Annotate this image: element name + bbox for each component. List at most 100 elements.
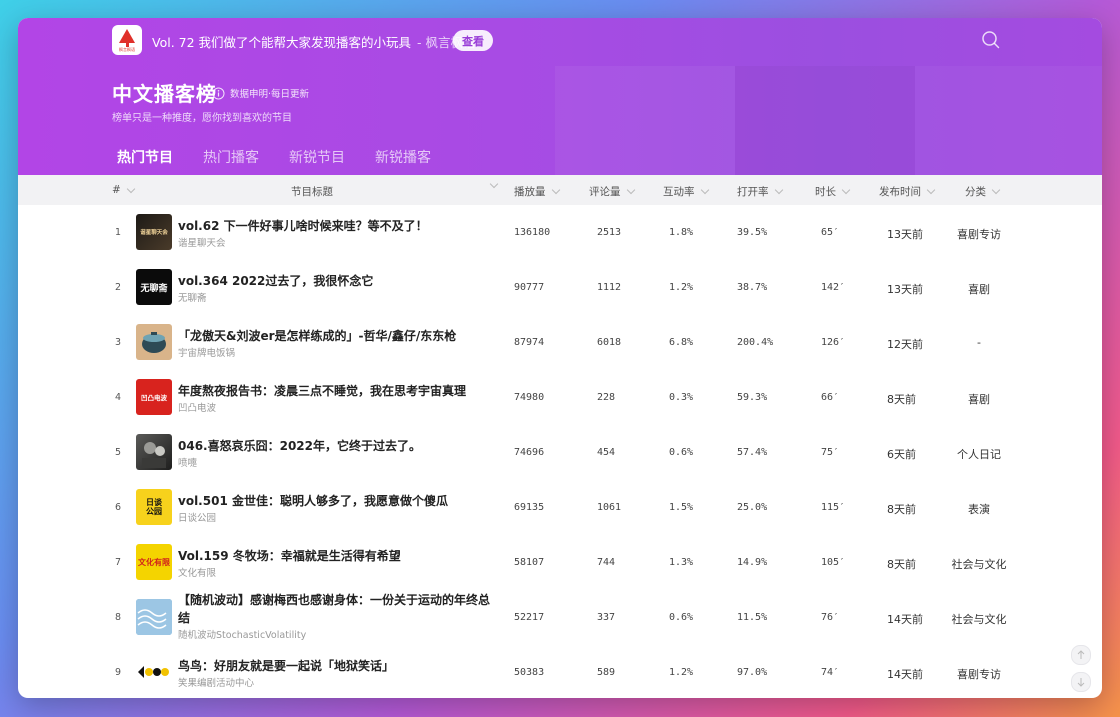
column-open-rate[interactable]: 打开率 <box>737 184 783 199</box>
header-decoration <box>555 66 735 175</box>
tab-new-podcasts[interactable]: 新锐播客 <box>375 147 431 167</box>
podcast-name[interactable]: 无聊斋 <box>178 290 207 304</box>
interaction-value: 0.3% <box>669 392 694 403</box>
info-icon[interactable] <box>212 85 225 100</box>
published-value: 8天前 <box>887 558 916 571</box>
podcast-cover[interactable]: 日谈公园 <box>136 489 172 525</box>
table-header: # 节目标题 播放量 评论量 互动率 打开率 时长 发布时间 分类 <box>18 175 1102 205</box>
wave-illustration <box>136 599 172 635</box>
column-published-label: 发布时间 <box>879 186 921 198</box>
rice-cooker-illustration <box>142 332 166 353</box>
arrow-up-icon <box>1077 650 1085 659</box>
column-rank[interactable]: # <box>112 184 136 196</box>
column-title-sort[interactable] <box>484 179 499 189</box>
table-row[interactable]: 9 鸟鸟：好朋友就是要一起说「地狱笑话」 笑果编剧活动中心 50383 589 … <box>18 645 1102 698</box>
podcast-cover[interactable]: 无聊斋 <box>136 269 172 305</box>
column-duration-label: 时长 <box>815 186 836 198</box>
podcast-name[interactable]: 随机波动StochasticVolatility <box>178 627 306 641</box>
interaction-value: 1.3% <box>669 557 694 568</box>
episode-title[interactable]: vol.364 2022过去了，我很怀念它 <box>178 272 373 289</box>
column-comments[interactable]: 评论量 <box>589 184 635 199</box>
episode-title[interactable]: 046.喜怒哀乐囧：2022年，它终于过去了。 <box>178 437 421 454</box>
table-row[interactable]: 2 无聊斋 vol.364 2022过去了，我很怀念它 无聊斋 90777 11… <box>18 260 1102 315</box>
plays-value: 74980 <box>514 392 545 403</box>
column-interaction[interactable]: 互动率 <box>663 184 709 199</box>
category-value: - <box>977 336 981 349</box>
cover-text: 文化有限 <box>138 557 170 567</box>
episode-title[interactable]: 年度熬夜报告书：凌晨三点不睡觉，我在思考宇宙真理 <box>178 382 466 399</box>
duration-value: 105′ <box>821 557 846 568</box>
rank-number: 1 <box>115 227 122 238</box>
podcast-cover[interactable] <box>136 654 172 690</box>
rank-number: 6 <box>115 502 122 513</box>
table-row[interactable]: 7 文化有限 Vol.159 冬牧场：幸福就是生活得有希望 文化有限 58107… <box>18 535 1102 590</box>
rank-number: 8 <box>115 612 122 623</box>
column-duration[interactable]: 时长 <box>815 184 851 199</box>
table-row[interactable]: 3 「龙傲天&刘波er是怎样练成的」-哲华/鑫仔/东东枪 宇宙牌电饭锅 8797… <box>18 315 1102 370</box>
podcast-cover[interactable]: 凹凸电波 <box>136 379 172 415</box>
view-button[interactable]: 查看 <box>453 30 493 51</box>
podcast-cover[interactable]: 文化有限 <box>136 544 172 580</box>
category-value: 个人日记 <box>957 448 1001 461</box>
duration-value: 66′ <box>821 392 840 403</box>
plays-value: 58107 <box>514 557 545 568</box>
podcast-name[interactable]: 笑果编剧活动中心 <box>178 675 254 689</box>
data-statement-link[interactable]: 数据申明·每日更新 <box>230 86 309 100</box>
maple-leaf-icon <box>119 29 135 43</box>
interaction-value: 1.2% <box>669 667 694 678</box>
published-value: 14天前 <box>887 668 923 681</box>
category-value: 表演 <box>968 503 990 516</box>
interaction-value: 1.5% <box>669 502 694 513</box>
column-plays-label: 播放量 <box>514 186 546 198</box>
announcement-title: Vol. 72 我们做了个能帮大家发现播客的小玩具 <box>152 35 412 50</box>
chevron-down-icon <box>489 179 499 189</box>
published-value: 12天前 <box>887 338 923 351</box>
episode-title[interactable]: vol.62 下一件好事儿啥时候来哇？等不及了！ <box>178 217 428 234</box>
column-published[interactable]: 发布时间 <box>879 184 936 199</box>
search-icon[interactable] <box>981 30 1001 50</box>
episode-title[interactable]: 鸟鸟：好朋友就是要一起说「地狱笑话」 <box>178 657 394 674</box>
table-row[interactable]: 1 谐星聊天会 vol.62 下一件好事儿啥时候来哇？等不及了！ 谐星聊天会 1… <box>18 205 1102 260</box>
published-value: 8天前 <box>887 503 916 516</box>
scroll-to-top-button[interactable] <box>1071 645 1091 665</box>
comments-value: 589 <box>597 667 616 678</box>
column-category[interactable]: 分类 <box>965 184 1001 199</box>
podcast-name[interactable]: 谐星聊天会 <box>178 235 226 249</box>
duration-value: 76′ <box>821 612 840 623</box>
chevron-down-icon <box>926 185 936 195</box>
podcast-cover[interactable]: 谐星聊天会 <box>136 214 172 250</box>
tab-hot-episodes[interactable]: 热门节目 <box>117 147 173 167</box>
rank-number: 2 <box>115 282 122 293</box>
table-row[interactable]: 5 046.喜怒哀乐囧：2022年，它终于过去了。 喷嚏 74696 454 0… <box>18 425 1102 480</box>
comments-value: 744 <box>597 557 616 568</box>
open-rate-value: 39.5% <box>737 227 768 238</box>
published-value: 14天前 <box>887 613 923 626</box>
podcast-name[interactable]: 日谈公园 <box>178 510 216 524</box>
cover-text: 无聊斋 <box>140 283 168 294</box>
site-logo[interactable]: 枫言枫语 <box>112 25 142 55</box>
table-row[interactable]: 8 【随机波动】感谢梅西也感谢身体：一份关于运动的年终总结 随机波动Stocha… <box>18 590 1102 645</box>
podcast-cover[interactable] <box>136 599 172 635</box>
podcast-cover[interactable] <box>136 434 172 470</box>
column-plays[interactable]: 播放量 <box>514 184 560 199</box>
podcast-name[interactable]: 喷嚏 <box>178 455 197 469</box>
plays-value: 50383 <box>514 667 545 678</box>
podcast-name[interactable]: 文化有限 <box>178 565 216 579</box>
episode-title[interactable]: vol.501 金世佳：聪明人够多了，我愿意做个傻瓜 <box>178 492 448 509</box>
category-value: 喜剧专访 <box>957 668 1001 681</box>
announcement-text[interactable]: Vol. 72 我们做了个能帮大家发现播客的小玩具 - 枫言枫语 <box>152 32 476 51</box>
chevron-down-icon <box>626 185 635 195</box>
podcast-name[interactable]: 宇宙牌电饭锅 <box>178 345 235 359</box>
plays-value: 87974 <box>514 337 545 348</box>
tab-hot-podcasts[interactable]: 热门播客 <box>203 147 259 167</box>
episode-title[interactable]: 「龙傲天&刘波er是怎样练成的」-哲华/鑫仔/东东枪 <box>178 327 456 344</box>
podcast-cover[interactable] <box>136 324 172 360</box>
table-row[interactable]: 6 日谈公园 vol.501 金世佳：聪明人够多了，我愿意做个傻瓜 日谈公园 6… <box>18 480 1102 535</box>
episode-title[interactable]: 【随机波动】感谢梅西也感谢身体：一份关于运动的年终总结 <box>178 591 498 627</box>
podcast-name[interactable]: 凹凸电波 <box>178 400 216 414</box>
tab-new-episodes[interactable]: 新锐节目 <box>289 147 345 167</box>
comments-value: 2513 <box>597 227 622 238</box>
scroll-to-bottom-button[interactable] <box>1071 672 1091 692</box>
episode-title[interactable]: Vol.159 冬牧场：幸福就是生活得有希望 <box>178 547 401 564</box>
table-row[interactable]: 4 凹凸电波 年度熬夜报告书：凌晨三点不睡觉，我在思考宇宙真理 凹凸电波 749… <box>18 370 1102 425</box>
